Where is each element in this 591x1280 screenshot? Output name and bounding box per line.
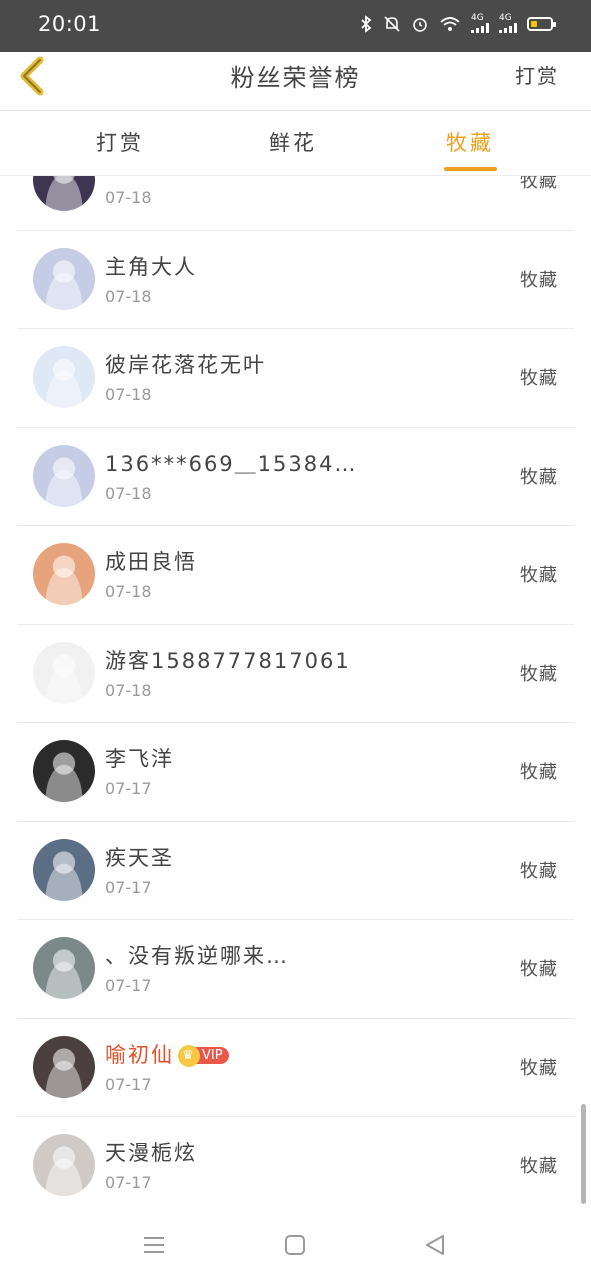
reward-button[interactable]: 打赏 <box>515 60 559 89</box>
list-item[interactable]: 彼岸花落花无叶 07-18 牧藏 <box>17 329 574 428</box>
action-label: 牧藏 <box>520 762 558 783</box>
date-label: 07-17 <box>105 976 152 995</box>
user-name: 喻初仙 ♛ VIP <box>105 1039 229 1069</box>
alarm-icon <box>411 15 429 33</box>
avatar[interactable] <box>33 838 95 901</box>
avatar[interactable] <box>33 176 95 211</box>
avatar[interactable] <box>33 740 95 802</box>
signal-icon: 4G <box>499 14 517 33</box>
avatar[interactable] <box>33 543 95 605</box>
user-name: 李飞洋 <box>105 743 174 773</box>
list-item[interactable]: 136***669＿15384… 07-18 牧藏 <box>17 428 574 526</box>
avatar[interactable] <box>33 1134 95 1196</box>
action-label: 牧藏 <box>520 368 558 389</box>
list-item[interactable]: 主角大人 07-18 牧藏 <box>17 231 574 329</box>
battery-icon <box>527 16 556 31</box>
bell-off-icon <box>383 15 401 33</box>
page-title: 粉丝荣誉榜 <box>230 64 361 92</box>
crown-icon: ♛ <box>178 1044 200 1067</box>
date-label: 07-18 <box>105 188 152 207</box>
tab-collect[interactable]: 牧藏 <box>446 127 494 157</box>
list-item[interactable]: 、没有叛逆哪来… 07-17 牧藏 <box>17 920 574 1019</box>
status-icons: 4G 4G <box>359 14 556 33</box>
user-name-text: 、没有叛逆哪来… <box>105 944 289 968</box>
user-name-text: 成田良悟 <box>105 550 197 574</box>
top-bar: 粉丝荣誉榜 打赏 <box>0 52 591 110</box>
list-item[interactable]: 天漫栀炫 07-17 牧藏 <box>17 1117 574 1208</box>
tab-flowers[interactable]: 鲜花 <box>269 127 317 157</box>
user-name: 天漫栀炫 <box>105 1137 197 1167</box>
user-name-text: 天漫栀炫 <box>105 1141 197 1165</box>
user-name: 、没有叛逆哪来… <box>105 940 289 970</box>
date-label: 07-18 <box>105 385 152 404</box>
user-name: 136***669＿15384… <box>105 448 357 478</box>
network-type-1: 4G <box>471 13 484 23</box>
back-triangle-icon[interactable] <box>420 1230 450 1260</box>
date-label: 07-18 <box>105 582 152 601</box>
active-tab-indicator <box>444 167 497 171</box>
date-label: 07-18 <box>105 483 152 503</box>
scrollbar[interactable] <box>581 1104 586 1204</box>
user-name-text: 主角大人 <box>105 254 197 279</box>
user-name: 疾天圣 <box>105 842 174 872</box>
home-icon[interactable] <box>280 1230 310 1260</box>
action-label: 牧藏 <box>520 269 558 291</box>
date-label: 07-18 <box>105 680 152 700</box>
avatar[interactable] <box>33 346 95 408</box>
system-nav-bar <box>0 1210 591 1280</box>
list-item[interactable]: 游客1588777817061 07-18 牧藏 <box>17 625 574 723</box>
action-label: 牧藏 <box>520 663 558 685</box>
date-label: 07-18 <box>105 286 152 306</box>
tab-bar: 打赏 鲜花 牧藏 <box>0 111 591 175</box>
list-item[interactable]: 喻初仙 ♛ VIP 07-17 牧藏 <box>17 1019 574 1117</box>
user-name: 主角大人 <box>105 251 197 281</box>
tab-reward[interactable]: 打赏 <box>96 127 144 157</box>
action-label: 牧藏 <box>520 176 558 192</box>
action-label: 牧藏 <box>520 860 558 882</box>
avatar[interactable] <box>33 444 95 507</box>
action-label: 牧藏 <box>520 959 558 980</box>
menu-icon[interactable] <box>139 1230 169 1260</box>
avatar[interactable] <box>33 641 95 704</box>
avatar[interactable] <box>33 1035 95 1098</box>
date-label: 07-17 <box>105 1074 152 1094</box>
user-name-text: 彼岸花落花无叶 <box>105 353 266 377</box>
bluetooth-icon <box>359 14 373 33</box>
list-item[interactable]: 李飞洋 07-17 牧藏 <box>17 723 574 822</box>
action-label: 牧藏 <box>520 1156 558 1177</box>
user-name-text: 游客1588777817061 <box>105 648 351 673</box>
signal-icon: 4G <box>471 14 489 33</box>
list-item[interactable]: 成田良悟 07-18 牧藏 <box>17 526 574 625</box>
user-name-text: 李飞洋 <box>105 747 174 771</box>
vip-badge: ♛ VIP <box>178 1044 229 1067</box>
date-label: 07-17 <box>105 1173 152 1192</box>
date-label: 07-17 <box>105 779 152 798</box>
list-item[interactable]: 疾天圣 07-17 牧藏 <box>17 822 574 920</box>
list-item[interactable]: 07-18 牧藏 <box>17 176 574 231</box>
action-label: 牧藏 <box>520 565 558 586</box>
action-label: 牧藏 <box>520 1057 558 1079</box>
status-bar: 20:01 4G 4G <box>0 0 591 52</box>
user-name-text: 喻初仙 <box>105 1042 174 1067</box>
status-time: 20:01 <box>38 12 102 36</box>
user-name: 彼岸花落花无叶 <box>105 349 266 379</box>
user-name-text: 136***669＿15384… <box>105 451 358 476</box>
date-label: 07-17 <box>105 877 152 897</box>
user-name: 游客1588777817061 <box>105 645 351 675</box>
action-label: 牧藏 <box>520 466 558 488</box>
user-name: 成田良悟 <box>105 546 197 576</box>
network-type-2: 4G <box>499 13 512 23</box>
wifi-icon <box>439 15 461 33</box>
user-name-text: 疾天圣 <box>105 845 174 870</box>
fan-list[interactable]: 07-18 牧藏 主角大人 07-18 牧藏 彼岸花落花无叶 07-18 牧藏 136***66… <box>0 176 591 1208</box>
avatar[interactable] <box>33 247 95 310</box>
avatar[interactable] <box>33 937 95 999</box>
